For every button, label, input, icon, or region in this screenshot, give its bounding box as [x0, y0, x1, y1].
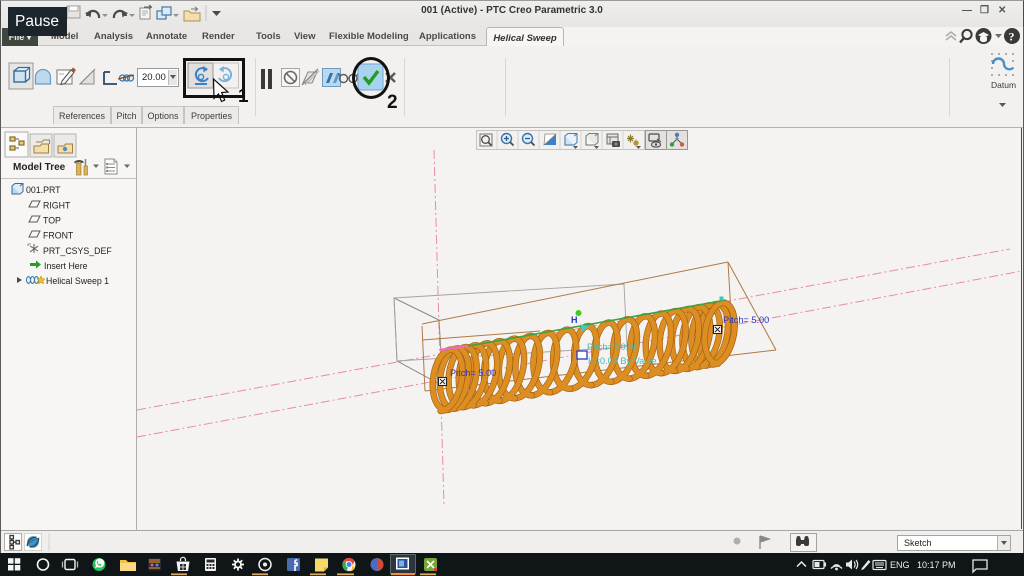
svg-text:10:17 PM: 10:17 PM — [917, 560, 956, 570]
svg-text:ENG: ENG — [890, 560, 910, 570]
svg-text:FRONT: FRONT — [43, 231, 74, 241]
svg-text:?: ? — [1009, 30, 1015, 44]
svg-text:001.PRT: 001.PRT — [26, 185, 61, 195]
svg-text:H=0.00 By Value: H=0.00 By Value — [588, 356, 657, 366]
svg-text:H: H — [571, 315, 578, 325]
svg-text:RIGHT: RIGHT — [43, 201, 71, 211]
svg-text:Helical Sweep 1: Helical Sweep 1 — [46, 276, 109, 286]
svg-text:PRT_CSYS_DEF: PRT_CSYS_DEF — [43, 246, 112, 256]
svg-text:Datum: Datum — [991, 80, 1016, 90]
svg-text:Pitch= 5.00: Pitch= 5.00 — [723, 315, 769, 325]
svg-text:Insert Here: Insert Here — [44, 261, 88, 271]
svg-text:Pitch= 5.00: Pitch= 5.00 — [450, 368, 496, 378]
svg-text:Pitch= 20.00: Pitch= 20.00 — [587, 342, 638, 352]
svg-text:TOP: TOP — [43, 216, 61, 226]
